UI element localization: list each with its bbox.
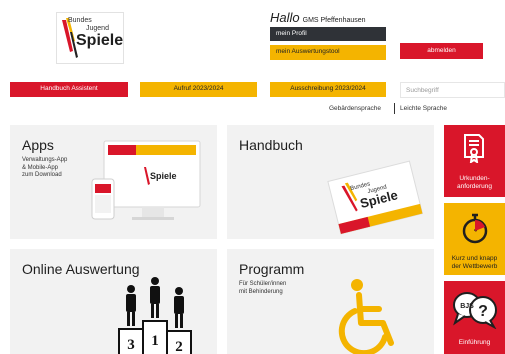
tile-apps-subtitle: Verwaltungs-App & Mobile-App zum Downloa… (22, 157, 67, 180)
nav-handbuch-assistent[interactable]: Handbuch Assistent (10, 82, 128, 97)
side-wettbewerb[interactable]: Kurz und knapp der Wettbewerb (444, 203, 505, 275)
logo-text-spiele: Spiele (76, 32, 124, 49)
evaluation-tool-button[interactable]: mein Auswertungstool (270, 45, 386, 60)
nav-aufruf[interactable]: Aufruf 2023/2024 (140, 82, 257, 97)
school-name: GMS Pfeffenhausen (302, 17, 366, 24)
side-label-line: anforderung (456, 182, 493, 190)
divider (394, 103, 395, 114)
podium-second: 2 (175, 339, 183, 354)
certificate-icon (464, 134, 484, 163)
programm-subtitle-line: Für Schüler/innen (239, 281, 287, 287)
greeting: Hallo GMS Pfeffenhausen (270, 10, 366, 25)
svg-text:Spiele: Spiele (150, 171, 177, 181)
greeting-word: Hallo (270, 10, 300, 25)
side-label-line: Kurz und knapp (451, 255, 498, 262)
tile-handbuch[interactable]: Handbuch Bundes Jugend Spiele (227, 125, 434, 239)
tile-programm[interactable]: Programm Für Schüler/innen mit Behinderu… (227, 249, 434, 354)
podium-third: 3 (127, 337, 135, 353)
search-input[interactable] (400, 82, 505, 98)
sign-language-link[interactable]: Gebärdensprache (329, 105, 381, 112)
wheelchair-icon (338, 279, 394, 354)
podium-first: 1 (151, 333, 159, 349)
programm-subtitle-line: mit Behinderung (239, 288, 283, 295)
side-wettbewerb-label: Kurz und knapp der Wettbewerb (444, 255, 505, 270)
tile-online-auswertung[interactable]: Online Auswertung 3 1 2 (10, 249, 217, 354)
bjs-badge: BJS (460, 303, 474, 310)
side-urkunden-label: Urkunden- anforderung (444, 175, 505, 190)
side-label-line: der Wettbewerb (451, 262, 498, 270)
tile-apps-title: Apps (22, 137, 54, 153)
apps-subtitle-line: & Mobile-App (22, 164, 59, 171)
logo-text-jugend: Jugend (86, 25, 109, 32)
stopwatch-icon (462, 213, 488, 244)
profile-button[interactable]: mein Profil (270, 27, 386, 41)
nav-ausschreibung[interactable]: Ausschreibung 2023/2024 (270, 82, 386, 97)
svg-text:?: ? (478, 303, 488, 320)
side-label-line: Urkunden- (459, 175, 490, 182)
podium-icon: 3 1 2 (118, 277, 192, 354)
logout-button[interactable]: abmelden (400, 43, 483, 59)
tile-apps[interactable]: Apps Verwaltungs-App & Mobile-App zum Do… (10, 125, 217, 239)
logo-text-bundes: Bundes (68, 17, 92, 24)
handbook-illustration: Bundes Jugend Spiele (327, 160, 424, 235)
tile-handbuch-title: Handbuch (239, 137, 303, 153)
side-einfuehrung-label: Einführung (458, 339, 491, 346)
side-einfuehrung[interactable]: BJS ? Einführung (444, 281, 505, 354)
tile-online-title: Online Auswertung (22, 261, 140, 277)
apps-subtitle-line: zum Download (22, 172, 62, 178)
apps-subtitle-line: Verwaltungs-App (22, 157, 68, 163)
easy-language-link[interactable]: Leichte Sprache (400, 105, 447, 112)
bundesjugendspiele-logo[interactable]: Bundes Jugend Spiele (56, 12, 124, 64)
tile-programm-title: Programm (239, 261, 305, 277)
devices-illustration: Spiele (91, 140, 201, 220)
tile-programm-subtitle: Für Schüler/innen mit Behinderung (239, 281, 286, 296)
speech-bubble-icon: BJS ? (453, 292, 497, 329)
side-urkunden[interactable]: Urkunden- anforderung (444, 125, 505, 197)
